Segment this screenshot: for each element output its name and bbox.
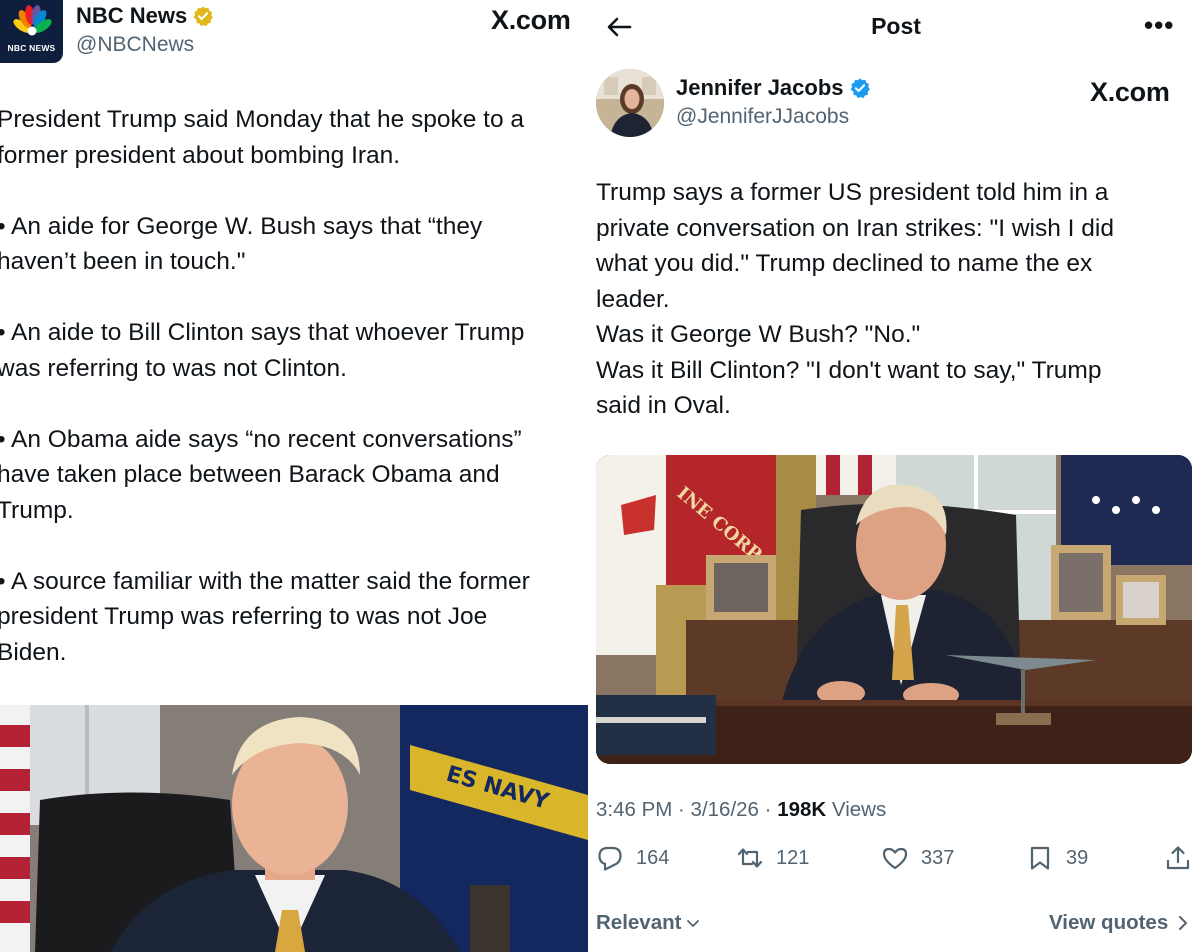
account-name[interactable]: Jennifer Jacobs: [676, 75, 871, 101]
nbc-news-avatar[interactable]: NBC NEWS: [0, 0, 63, 63]
post-line: Was it Bill Clinton? "I don't want to sa…: [596, 356, 1102, 384]
page-title: Post: [871, 13, 921, 39]
account-name[interactable]: NBC News: [76, 3, 214, 29]
post-body: President Trump said Monday that he spok…: [0, 102, 582, 706]
post-line: Trump says a former US president told hi…: [596, 179, 1109, 206]
account-name-text: Jennifer Jacobs: [676, 75, 844, 100]
post-paragraph: • An aide for George W. Bush says that “…: [0, 212, 483, 276]
post-paragraph: • An aide to Bill Clinton says that whoe…: [0, 319, 525, 382]
post-photo[interactable]: INE CORP: [596, 455, 1192, 764]
views-label: Views: [826, 798, 887, 821]
sort-label: Relevant: [596, 911, 682, 934]
repost-count: 121: [776, 846, 810, 869]
nbc-peacock-icon: [13, 5, 52, 36]
bookmark-count: 39: [1066, 846, 1089, 869]
post-body: Trump says a former US president told hi…: [596, 175, 1176, 424]
post-line: Was it George W Bush? "No.": [596, 321, 921, 348]
account-handle[interactable]: @JenniferJJacobs: [676, 105, 849, 129]
photo-illustration: INE CORP: [596, 455, 1192, 764]
post-photo[interactable]: ES NAVY: [0, 705, 588, 952]
account-handle[interactable]: @NBCNews: [76, 33, 194, 57]
like-count: 337: [921, 846, 955, 869]
x-com-watermark: X.com: [491, 5, 571, 35]
account-name-text: NBC News: [76, 3, 188, 28]
views-count: 198K: [777, 798, 827, 821]
x-com-watermark: X.com: [1090, 77, 1170, 107]
nbc-news-post: NBC NEWS NBC News @NBCNews X.com Preside…: [0, 0, 588, 952]
verified-gold-icon[interactable]: [192, 5, 214, 27]
share-icon: [1166, 846, 1190, 870]
reply-icon: [598, 846, 622, 871]
share-button[interactable]: [1164, 844, 1192, 872]
view-quotes-label: View quotes: [1049, 911, 1169, 934]
post-paragraph: • An Obama aide says “no recent conversa…: [0, 425, 522, 524]
jennifer-jacobs-post: Post ••• Jennifer Jacobs @JenniferJJacob…: [588, 0, 1200, 952]
post-paragraph: President Trump said Monday that he spok…: [0, 106, 525, 169]
more-icon[interactable]: •••: [1144, 10, 1174, 41]
post-paragraph: • A source familiar with the matter said…: [0, 567, 530, 666]
post-line: private conversation on Iran strikes: "I…: [596, 214, 1114, 242]
like-icon: [882, 847, 908, 870]
post-line: leader.: [596, 285, 670, 313]
reply-count: 164: [636, 846, 670, 869]
repost-icon: [737, 848, 763, 868]
post-metadata: 3:46 PM · 3/16/26 · 198K Views: [596, 798, 886, 822]
post-line: what you did." Trump declined to name th…: [596, 250, 1093, 277]
view-quotes-link[interactable]: View quotes: [1049, 911, 1190, 935]
post-timestamp[interactable]: 3:46 PM · 3/16/26 ·: [596, 798, 777, 821]
bookmark-icon: [1030, 846, 1050, 870]
chevron-right-icon: [1179, 916, 1188, 930]
chevron-down-icon: [687, 920, 700, 927]
avatar-photo: [596, 69, 664, 137]
like-button[interactable]: 337: [881, 844, 954, 872]
sort-replies-dropdown[interactable]: Relevant: [596, 911, 701, 935]
post-line: said in Oval.: [596, 392, 731, 419]
photo-illustration: ES NAVY: [0, 705, 588, 952]
reply-button[interactable]: 164: [596, 844, 669, 872]
action-bar: 164 121 337 39: [596, 844, 1192, 880]
repost-button[interactable]: 121: [736, 844, 809, 872]
logo-text: NBC NEWS: [7, 43, 56, 53]
verified-blue-icon[interactable]: [849, 77, 871, 99]
avatar[interactable]: [596, 69, 664, 137]
bookmark-button[interactable]: 39: [1026, 844, 1088, 872]
